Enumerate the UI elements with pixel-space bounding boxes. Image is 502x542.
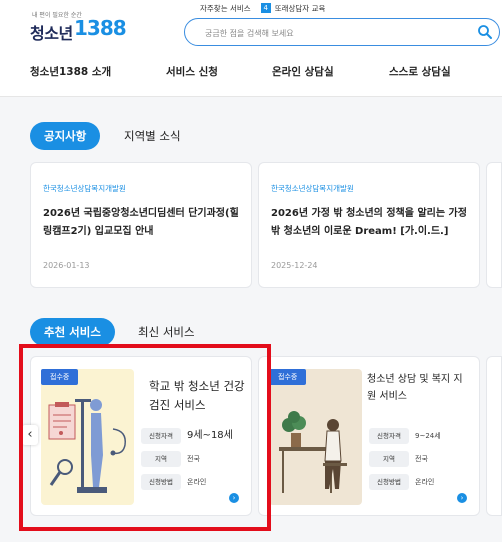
status-badge: 접수중: [269, 369, 307, 385]
logo-number: 1388: [74, 16, 127, 40]
tab-latest-services[interactable]: 최신 서비스: [124, 318, 209, 346]
info-key: 신청방법: [141, 474, 181, 490]
peer-counselor-link[interactable]: 또래상담자 교육: [275, 3, 326, 14]
nav-item-self-counseling[interactable]: 스스로 상담실: [389, 64, 451, 79]
frequent-services-link[interactable]: 자주찾는 서비스: [200, 3, 251, 14]
arrow-right-icon[interactable]: ›: [229, 493, 239, 503]
service-title[interactable]: 청소년 상담 및 복지 지원 서비스: [367, 371, 465, 405]
study-desk-illustration: [269, 369, 362, 505]
next-service-card-peek[interactable]: [486, 356, 502, 516]
notice-title[interactable]: 2026년 국립중앙청소년디딤센터 단기과정(힐링캠프2기) 입교모집 안내: [43, 205, 243, 241]
info-value: 전국: [415, 455, 428, 463]
number-badge: 4: [260, 3, 271, 13]
notice-org: 한국청소년상담복지개발원: [271, 184, 354, 193]
main-nav: 청소년1388 소개 서비스 신청 온라인 상담실 스스로 상담실: [0, 64, 502, 84]
info-key: 신청방법: [369, 474, 409, 490]
notice-date: 2025-12-24: [271, 261, 318, 270]
tab-recommended-services[interactable]: 추천 서비스: [30, 318, 115, 346]
service-card[interactable]: 접수중 학교 밖 청소년 건강검진 서비스 신청자격 9세~18세 지역 전국 …: [30, 356, 252, 516]
search-box: [184, 18, 500, 46]
info-key: 지역: [369, 451, 409, 467]
notice-date: 2026-01-13: [43, 261, 90, 270]
info-key: 신청자격: [141, 428, 181, 444]
nav-item-service-apply[interactable]: 서비스 신청: [166, 64, 218, 79]
carousel-prev-button[interactable]: ‹: [22, 425, 38, 445]
service-card[interactable]: 접수중 청소년 상담 및 복지 지원 서비스 신청자격 9~24세 지역 전국 …: [258, 356, 480, 516]
tab-regional-news[interactable]: 지역별 소식: [110, 122, 195, 150]
notice-org: 한국청소년상담복지개발원: [43, 184, 126, 193]
search-icon[interactable]: [477, 24, 493, 40]
notice-card[interactable]: 한국청소년상담복지개발원 2026년 국립중앙청소년디딤센터 단기과정(힐링캠프…: [30, 162, 252, 288]
nav-item-about[interactable]: 청소년1388 소개: [30, 64, 111, 79]
logo-name: 청소년: [30, 24, 73, 43]
top-links: 자주찾는 서비스 4 또래상담자 교육: [200, 1, 325, 15]
service-title[interactable]: 학교 밖 청소년 건강검진 서비스: [149, 377, 247, 415]
health-checkup-illustration: [41, 369, 134, 505]
site-logo[interactable]: 내 편이 필요한 순간 청소년 1388: [30, 10, 127, 46]
nav-item-online-counseling[interactable]: 온라인 상담실: [272, 64, 334, 79]
info-key: 신청자격: [369, 428, 409, 444]
info-value: 온라인: [187, 478, 207, 486]
info-value: 9세~18세: [187, 430, 233, 441]
notice-card[interactable]: 한국청소년상담복지개발원 2026년 가정 밖 청소년의 정책을 알리는 가정 …: [258, 162, 480, 288]
status-badge: 접수중: [41, 369, 79, 385]
info-value: 전국: [187, 455, 200, 463]
next-notice-card-peek[interactable]: [486, 162, 502, 288]
info-value: 9~24세: [415, 432, 441, 440]
search-input[interactable]: [203, 24, 457, 42]
arrow-right-icon[interactable]: ›: [457, 493, 467, 503]
info-key: 지역: [141, 451, 181, 467]
tab-notices[interactable]: 공지사항: [30, 122, 101, 150]
notice-title[interactable]: 2026년 가정 밖 청소년의 정책을 알리는 가정 밖 청소년의 이로운 Dr…: [271, 205, 471, 241]
site-header: 내 편이 필요한 순간 청소년 1388 자주찾는 서비스 4 또래상담자 교육…: [0, 0, 502, 97]
info-value: 온라인: [415, 478, 435, 486]
